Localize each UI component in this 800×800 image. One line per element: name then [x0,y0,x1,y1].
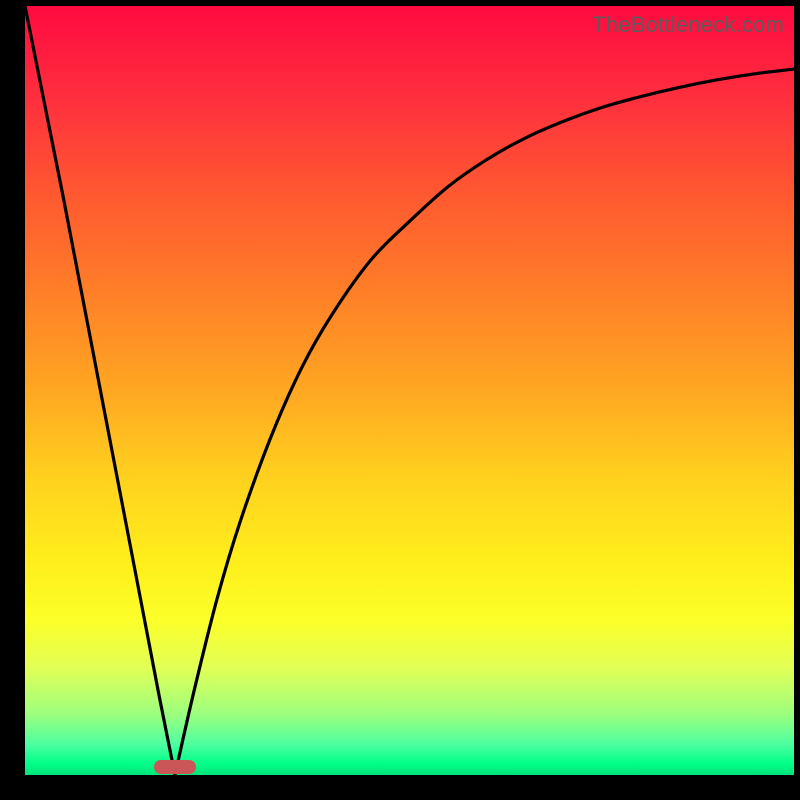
curves-svg [25,6,794,775]
chart-frame: TheBottleneck.com [0,0,800,800]
plot-area: TheBottleneck.com [25,6,794,775]
right-branch-path [175,69,794,775]
left-branch-path [25,6,175,775]
vertex-marker [154,760,196,774]
